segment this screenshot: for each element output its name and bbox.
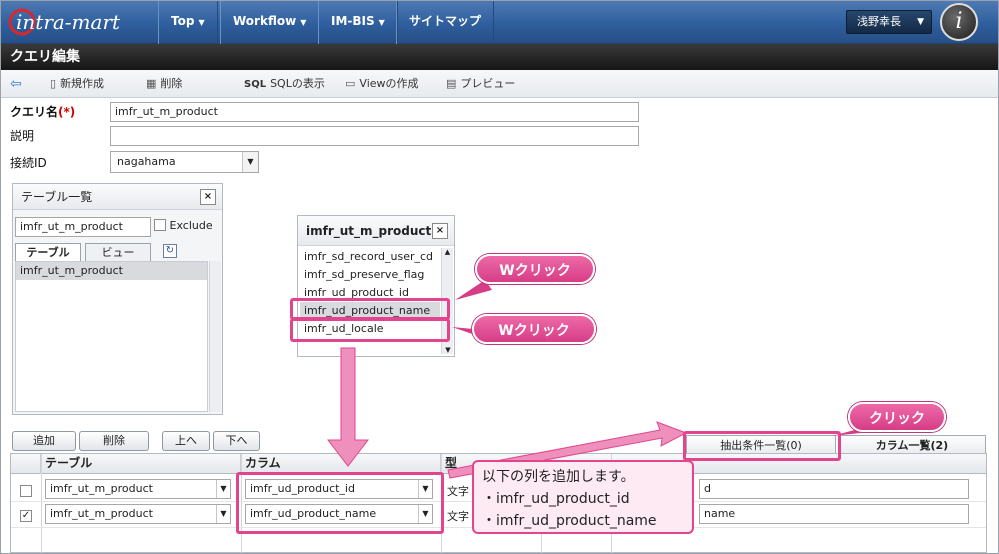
highlight-product-name bbox=[290, 298, 450, 320]
click-callout: クリック bbox=[848, 402, 946, 432]
annotation-note: 以下の列を追加します。 ・imfr_ud_product_id ・imfr_ud… bbox=[472, 460, 694, 534]
dblclick-callout-1: Wクリック bbox=[475, 254, 595, 284]
dblclick-text: Wクリック bbox=[498, 323, 570, 339]
note-item: ・imfr_ud_product_name bbox=[482, 513, 657, 529]
note-item: ・imfr_ud_product_id bbox=[482, 491, 630, 507]
down-arrow bbox=[326, 347, 370, 467]
highlight-conditions-tab bbox=[683, 431, 841, 461]
highlight-locale bbox=[290, 318, 450, 342]
highlight-column-cells bbox=[236, 472, 444, 534]
note-title: 以下の列を追加します。 bbox=[482, 469, 635, 485]
dblclick-callout-2: Wクリック bbox=[472, 314, 596, 344]
click-text: クリック bbox=[869, 411, 925, 427]
dblclick-text: Wクリック bbox=[499, 263, 571, 279]
